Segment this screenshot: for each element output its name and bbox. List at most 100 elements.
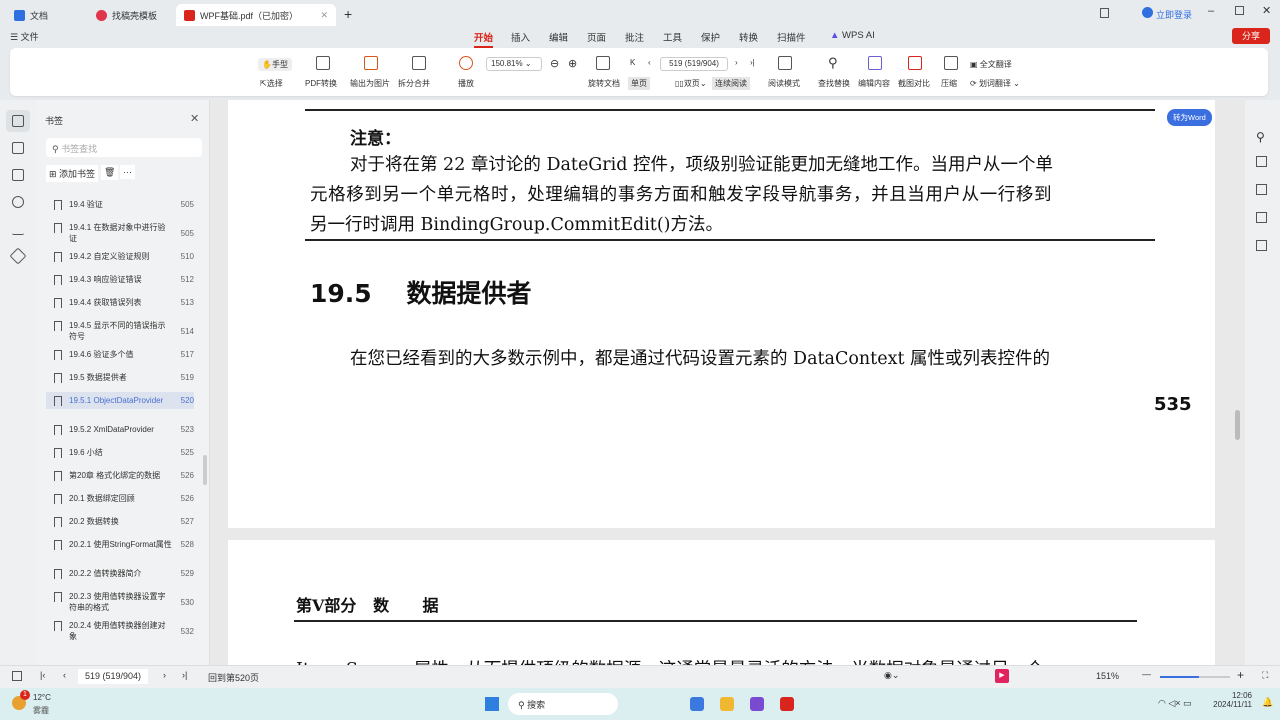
- menu-page[interactable]: 页面: [587, 30, 606, 44]
- maximize-button[interactable]: [1235, 6, 1244, 15]
- close-panel-icon[interactable]: ✕: [190, 112, 199, 125]
- pdf-convert-button[interactable]: PDF转换: [305, 78, 337, 89]
- folder-icon[interactable]: [720, 697, 734, 711]
- bell-icon[interactable]: 🔔: [1262, 697, 1273, 708]
- close-icon[interactable]: ✕: [320, 10, 328, 21]
- translate-word-button[interactable]: ⟳ 划词翻译 ⌄: [970, 78, 1020, 89]
- bookmark-item[interactable]: 20.2.1 使用StringFormat属性 528: [46, 536, 194, 553]
- wps-ai-menu[interactable]: ▲ WPS AI: [830, 30, 875, 41]
- export-image-button[interactable]: 输出为图片: [350, 78, 390, 89]
- login-link[interactable]: 立即登录: [1156, 8, 1192, 21]
- attachment-icon[interactable]: [12, 196, 24, 208]
- rotate-button[interactable]: 旋转文档: [588, 78, 620, 89]
- tab-pdf[interactable]: WPF基础.pdf（已加密） ✕: [176, 4, 336, 26]
- bookmark-item[interactable]: 19.6 小结 525: [46, 444, 194, 461]
- share-button[interactable]: 分享: [1232, 28, 1270, 44]
- next-page-button[interactable]: ›: [163, 670, 166, 680]
- delete-icon[interactable]: 🗑: [101, 165, 119, 180]
- zoom-out-button[interactable]: —: [1142, 669, 1151, 679]
- more-button[interactable]: ···: [120, 165, 135, 179]
- next-page-button[interactable]: ›: [735, 58, 738, 67]
- zoom-in-button[interactable]: +: [1237, 668, 1244, 682]
- add-bookmark-button[interactable]: ⊞ 添加书签: [46, 165, 99, 182]
- single-page-button[interactable]: 单页: [628, 77, 650, 90]
- tools-icon[interactable]: [1256, 184, 1267, 195]
- bookmark-item[interactable]: 20.2.3 使用值转换器设置字符串的格式 530: [46, 588, 194, 616]
- tab-templates[interactable]: 找稿壳模板: [88, 4, 165, 26]
- sidebar-scrollbar[interactable]: [203, 455, 207, 485]
- new-tab-button[interactable]: +: [344, 6, 352, 22]
- layout-icon[interactable]: [1256, 212, 1267, 223]
- layers-icon[interactable]: [9, 247, 27, 265]
- wifi-icon[interactable]: ◠ ◁× ▭: [1158, 698, 1192, 709]
- back-to-page-link[interactable]: 回到第520页: [208, 671, 259, 684]
- clock[interactable]: 12:06 2024/11/11: [1208, 691, 1252, 709]
- play-button[interactable]: ▶: [995, 669, 1009, 683]
- window-icon[interactable]: [1100, 8, 1109, 18]
- zoom-level[interactable]: 151%: [1096, 671, 1119, 681]
- edit-content-button[interactable]: 编辑内容: [858, 78, 890, 89]
- zoom-out-icon[interactable]: ⊖: [550, 57, 559, 70]
- eye-icon[interactable]: ◉⌄: [884, 670, 899, 681]
- thumbnail-icon[interactable]: [12, 142, 24, 154]
- search-icon[interactable]: ⚲: [1256, 130, 1265, 144]
- bookmark-search-input[interactable]: ⚲ 书签查找: [46, 138, 202, 157]
- properties-icon[interactable]: [1256, 156, 1267, 167]
- zoom-slider[interactable]: [1160, 676, 1230, 678]
- bookmark-item[interactable]: 19.4.5 显示不同的错误指示符号 514: [46, 317, 194, 345]
- comment-icon[interactable]: [12, 169, 24, 181]
- minimize-button[interactable]: –: [1208, 5, 1214, 17]
- document-scrollbar[interactable]: [1235, 410, 1240, 440]
- bookmark-item[interactable]: 19.4.4 获取错误列表 513: [46, 294, 194, 311]
- double-page-button[interactable]: ▯▯双页⌄: [675, 78, 707, 89]
- find-replace-button[interactable]: 查找替换: [818, 78, 850, 89]
- share-icon[interactable]: [1256, 240, 1267, 251]
- close-window-button[interactable]: ✕: [1262, 4, 1271, 17]
- bookmark-item[interactable]: 19.5.2 XmlDataProvider 523: [46, 421, 194, 438]
- split-merge-button[interactable]: 拆分合并: [398, 78, 430, 89]
- start-icon[interactable]: [485, 697, 499, 711]
- taskbar-search[interactable]: ⚲ 搜索: [508, 693, 618, 715]
- read-mode-button[interactable]: 阅读模式: [768, 78, 800, 89]
- menu-insert[interactable]: 插入: [511, 30, 530, 44]
- compress-button[interactable]: 压缩: [941, 78, 957, 89]
- bookmark-item[interactable]: 19.4 验证 505: [46, 196, 194, 213]
- bookmark-item[interactable]: 19.4.3 响应验证错误 512: [46, 271, 194, 288]
- bookmark-item[interactable]: 20.2.4 使用值转换器创建对象 532: [46, 617, 194, 645]
- bookmark-item[interactable]: 19.5 数据提供者 519: [46, 369, 194, 386]
- wps-icon[interactable]: [780, 697, 794, 711]
- translate-all-button[interactable]: ▣ 全文翻译: [970, 59, 1012, 70]
- file-menu[interactable]: ☰ 文件: [10, 30, 39, 43]
- convert-to-word-button[interactable]: 转为Word: [1167, 109, 1212, 126]
- bookmark-item[interactable]: 20.1 数据绑定回顾 526: [46, 490, 194, 507]
- page-input[interactable]: 519 (519/904): [660, 57, 728, 71]
- continuous-read-button[interactable]: 连续阅读: [712, 77, 750, 90]
- first-page-button[interactable]: K: [630, 58, 635, 67]
- tab-docs[interactable]: 文档: [6, 4, 56, 26]
- menu-comment[interactable]: 批注: [625, 30, 644, 44]
- bookmark-icon[interactable]: [12, 115, 24, 127]
- bookmark-item[interactable]: 19.4.6 验证多个值 517: [46, 346, 194, 363]
- select-tool-button[interactable]: ⇱选择: [260, 78, 283, 89]
- zoom-select[interactable]: 150.81% ⌄: [486, 57, 542, 71]
- visual-studio-icon[interactable]: [750, 697, 764, 711]
- zoom-in-icon[interactable]: ⊕: [568, 57, 577, 70]
- app-icon[interactable]: [690, 697, 704, 711]
- sidebar-toggle-icon[interactable]: [12, 671, 22, 681]
- first-page-button[interactable]: |‹: [40, 670, 45, 680]
- bookmark-item[interactable]: 19.5.1 ObjectDataProvider 520: [46, 392, 194, 409]
- menu-convert[interactable]: 转换: [739, 30, 758, 44]
- hand-tool-button[interactable]: ✋手型: [258, 58, 292, 71]
- menu-edit[interactable]: 编辑: [549, 30, 568, 44]
- signature-icon[interactable]: [12, 223, 24, 235]
- menu-tools[interactable]: 工具: [663, 30, 682, 44]
- prev-page-button[interactable]: ‹: [648, 58, 651, 67]
- bookmark-item[interactable]: 19.4.2 自定义验证规则 510: [46, 248, 194, 265]
- bookmark-item[interactable]: 19.4.1 在数据对象中进行验证 505: [46, 219, 194, 247]
- menu-protect[interactable]: 保护: [701, 30, 720, 44]
- fullscreen-icon[interactable]: ⛶: [1262, 670, 1268, 681]
- bookmark-item[interactable]: 20.2 数据转换 527: [46, 513, 194, 530]
- status-page-input[interactable]: 519 (519/904): [78, 669, 148, 684]
- play-button[interactable]: 播放: [458, 78, 474, 89]
- menu-start[interactable]: 开始: [474, 30, 494, 48]
